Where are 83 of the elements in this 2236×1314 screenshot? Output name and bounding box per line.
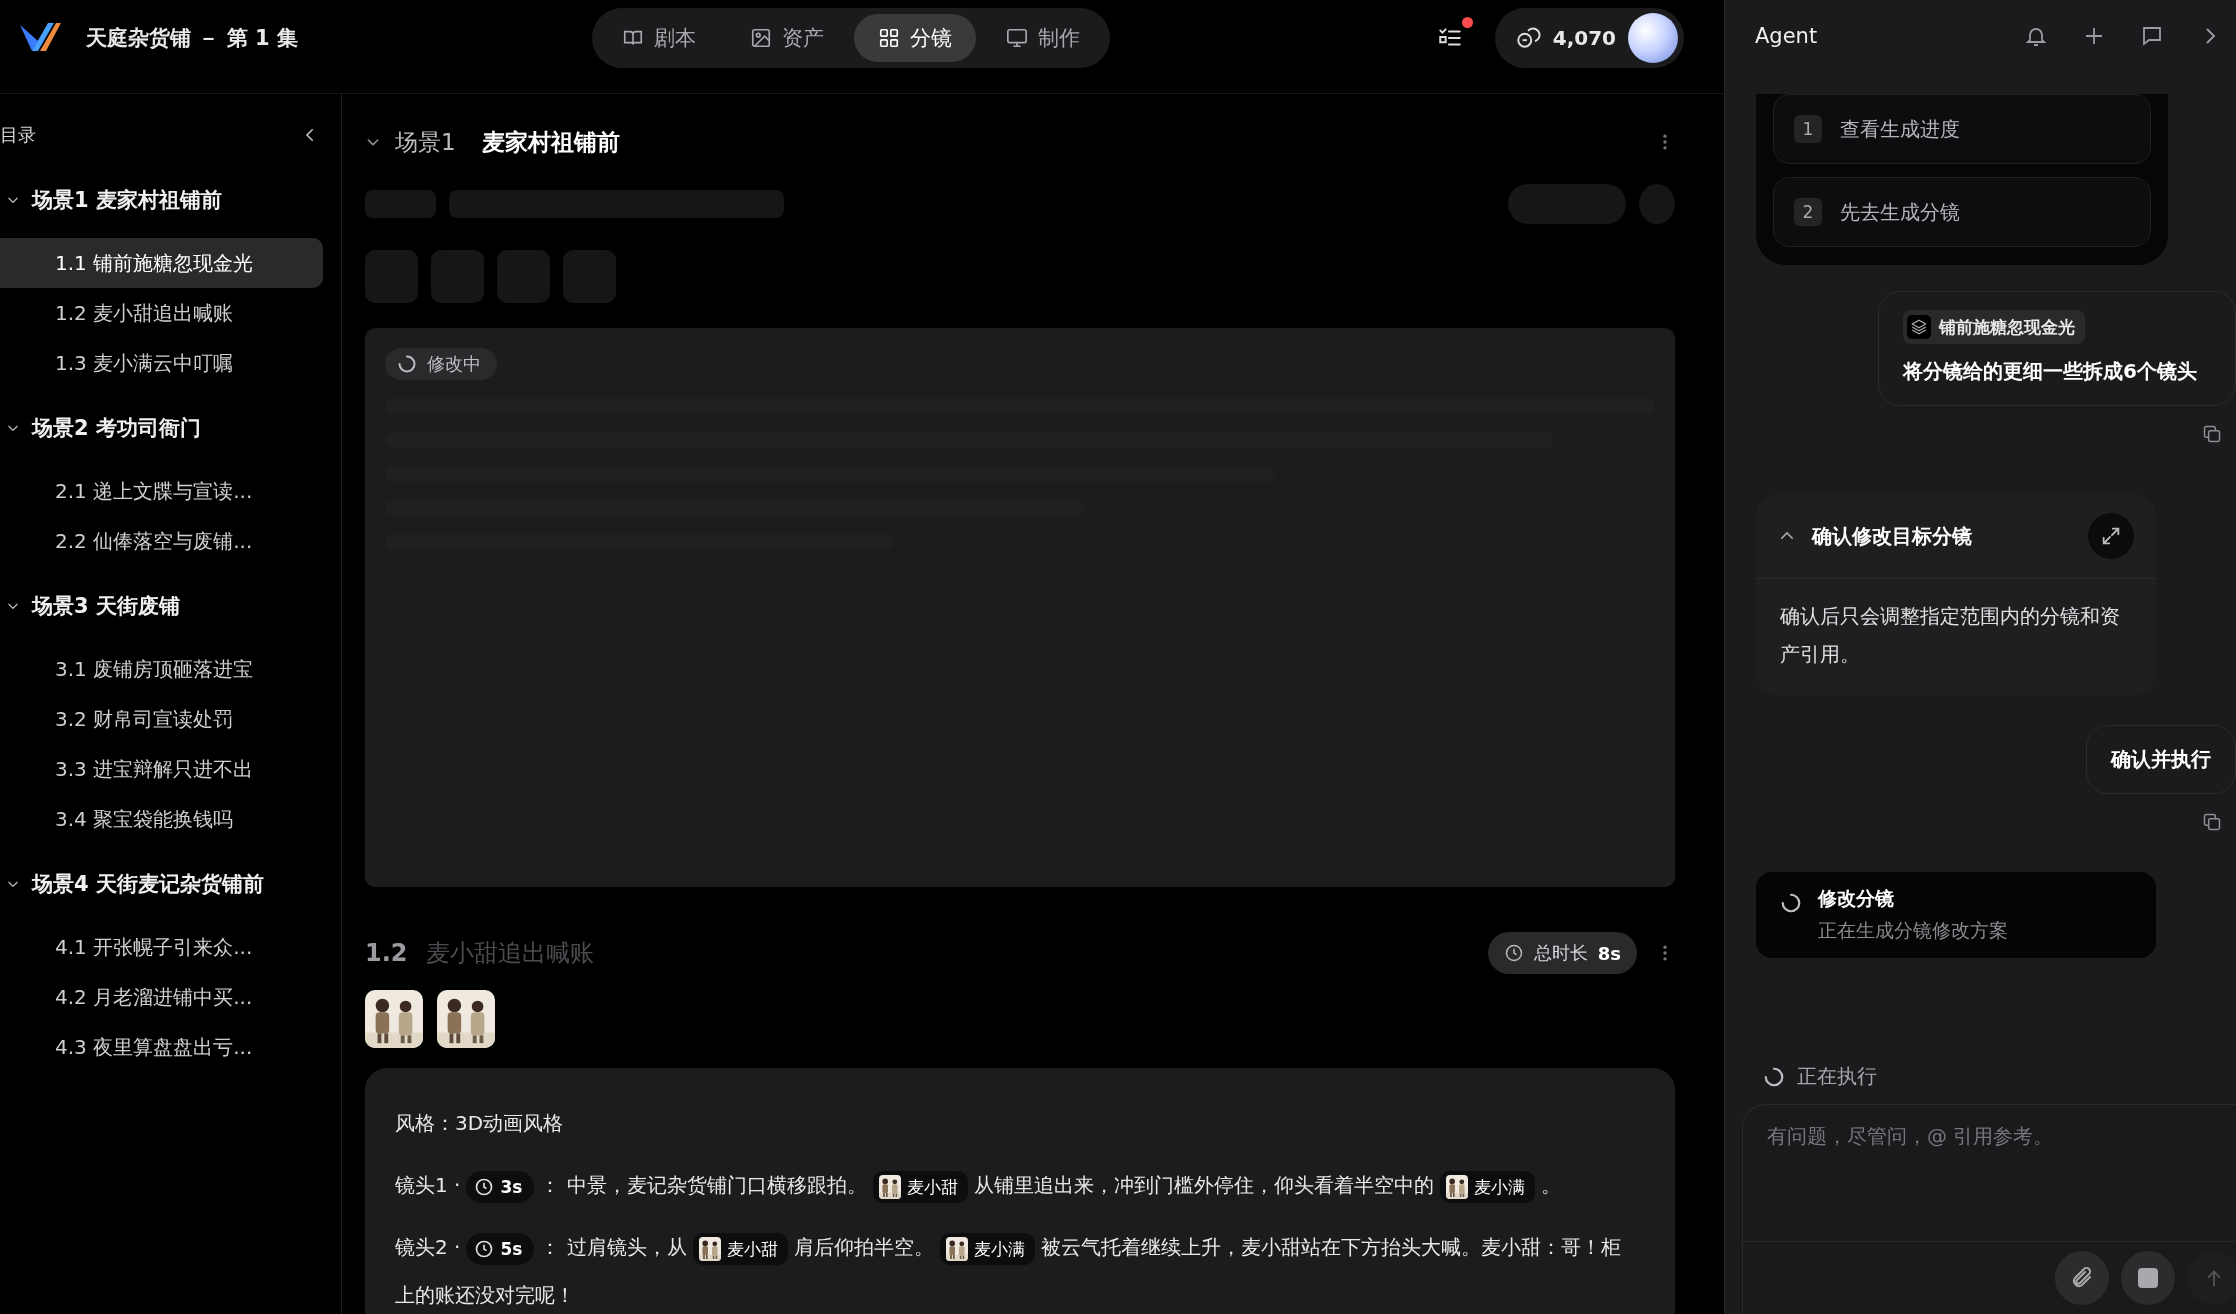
- clock-icon: [1503, 943, 1524, 963]
- character-tag[interactable]: 麦小满: [1439, 1170, 1535, 1203]
- character-tag[interactable]: 麦小甜: [872, 1170, 968, 1203]
- option-button[interactable]: 1 查看生成进度: [1773, 94, 2151, 164]
- scene-title[interactable]: 场景4 天街麦记杂货铺前: [32, 870, 264, 898]
- panel-title: Agent: [1755, 24, 1818, 48]
- shot-list-item[interactable]: 3.3 进宝辩解只进不出: [0, 744, 323, 794]
- copy-icon[interactable]: [2202, 424, 2222, 444]
- view-tab[interactable]: 分镜: [854, 14, 976, 62]
- task-title: 修改分镜: [1818, 886, 1895, 911]
- reference-tag[interactable]: 铺前施糖忽现金光: [1903, 310, 2086, 344]
- shot-text: ： 过肩镜头，从: [540, 1234, 687, 1261]
- scene-label: 场景1: [395, 127, 456, 157]
- shot-label: 镜头2 ·: [395, 1235, 461, 1259]
- task-status: 正在生成分镜修改方案: [1818, 918, 2008, 943]
- credits-pill[interactable]: 4,070: [1494, 8, 1684, 68]
- shot-list-item[interactable]: 3.1 废铺房顶砸落进宝: [0, 644, 323, 694]
- shot-text: ： 中景，麦记杂货铺门口横移跟拍。: [540, 1172, 867, 1199]
- sidebar-title: 目录: [0, 123, 36, 147]
- shot-text: 肩后仰拍半空。: [793, 1234, 934, 1261]
- loading-placeholder: [365, 250, 418, 303]
- spinner-icon: [1780, 892, 1802, 914]
- loading-placeholder: [1639, 184, 1675, 224]
- credits-count: 4,070: [1552, 26, 1616, 50]
- view-tab[interactable]: 制作: [982, 14, 1104, 62]
- scene-title[interactable]: 场景3 天街废铺: [32, 592, 180, 620]
- view-tab[interactable]: 剧本: [598, 14, 720, 62]
- loading-placeholder: [431, 250, 484, 303]
- scene-name: 麦家村祖铺前: [481, 127, 620, 157]
- shot-list-item[interactable]: 3.4 聚宝袋能换钱吗: [0, 794, 323, 844]
- layers-icon: [1907, 315, 1932, 339]
- shot-list-item[interactable]: 1.2 麦小甜追出喊账: [0, 288, 323, 338]
- spinner-icon: [397, 354, 417, 374]
- shot-title: 麦小甜追出喊账: [425, 938, 594, 969]
- scene-title[interactable]: 场景1 麦家村祖铺前: [32, 186, 222, 214]
- grid-icon: [878, 27, 900, 49]
- expand-button[interactable]: [2088, 513, 2134, 559]
- project-title: 天庭杂货铺 － 第 1 集: [86, 25, 298, 52]
- shot-number: 1.2: [365, 939, 408, 967]
- status-badge: 修改中: [385, 348, 497, 380]
- loading-placeholder: [497, 250, 550, 303]
- shot-list-item[interactable]: 4.2 月老溜进铺中买...: [0, 972, 323, 1022]
- shot-list-item[interactable]: 3.2 财帛司宣读处罚: [0, 694, 323, 744]
- expand-icon: [2100, 525, 2122, 547]
- view-tab[interactable]: 资产: [726, 14, 848, 62]
- scene-title[interactable]: 场景2 考功司衙门: [32, 414, 201, 442]
- card-title: 确认修改目标分镜: [1812, 522, 1972, 550]
- shot-text: 从铺里追出来，冲到门槛外停住，仰头看着半空中的: [973, 1172, 1434, 1199]
- shot-list-item[interactable]: 1.3 麦小满云中叮嘱: [0, 338, 323, 388]
- coins-icon: [1514, 25, 1541, 51]
- status-text: 正在执行: [1797, 1063, 1877, 1090]
- clock-icon: [474, 1238, 495, 1259]
- shot-text: 被云气托着继续上升，麦小甜站在下方抬头大喊。麦小甜：哥！柜: [1040, 1234, 1621, 1261]
- character-tag[interactable]: 麦小甜: [692, 1232, 788, 1265]
- chat-icon[interactable]: [2140, 24, 2164, 48]
- shot-list-item[interactable]: 4.1 开张幌子引来众...: [0, 922, 323, 972]
- loading-placeholder: [563, 250, 616, 303]
- duration-tag: 5s: [466, 1232, 535, 1265]
- message-text: 确认并执行: [2111, 746, 2211, 773]
- avatar[interactable]: [1628, 13, 1678, 63]
- card-text: 确认后只会调整指定范围内的分镜和资产引用。: [1779, 603, 2121, 668]
- clock-icon: [474, 1176, 495, 1197]
- shot-text: 。: [1540, 1172, 1561, 1199]
- shot-list-item[interactable]: 2.2 仙俸落空与废铺...: [0, 516, 323, 566]
- copy-icon[interactable]: [2202, 812, 2222, 832]
- monitor-icon: [1006, 27, 1028, 49]
- shot-text: 上的账还没对完呢！: [395, 1282, 575, 1309]
- loading-placeholder: [365, 190, 436, 218]
- message-text: 将分镜给的更细一些拆成6个镜头: [1903, 358, 2197, 385]
- stop-icon: [2138, 1268, 2158, 1288]
- shot-label: 镜头1 ·: [395, 1173, 461, 1197]
- style-text: 风格：3D动画风格: [395, 1111, 564, 1135]
- image-icon: [750, 27, 772, 49]
- spinner-icon: [1763, 1065, 1785, 1088]
- chat-input[interactable]: 有问题，尽管问，@ 引用参考。: [1742, 1104, 2236, 1314]
- shot-list-item[interactable]: 2.1 递上文牒与宣读...: [0, 466, 323, 516]
- shot-list-item[interactable]: 1.1 铺前施糖忽现金光: [0, 238, 323, 288]
- shot-list-item[interactable]: 4.3 夜里算盘盘出亏...: [0, 1022, 323, 1072]
- duration-badge: 总时长 8s: [1487, 932, 1637, 974]
- option-button[interactable]: 2 先去生成分镜: [1773, 177, 2151, 247]
- paperclip-icon: [2070, 1266, 2094, 1290]
- character-tag[interactable]: 麦小满: [939, 1232, 1035, 1265]
- duration-tag: 3s: [466, 1170, 535, 1203]
